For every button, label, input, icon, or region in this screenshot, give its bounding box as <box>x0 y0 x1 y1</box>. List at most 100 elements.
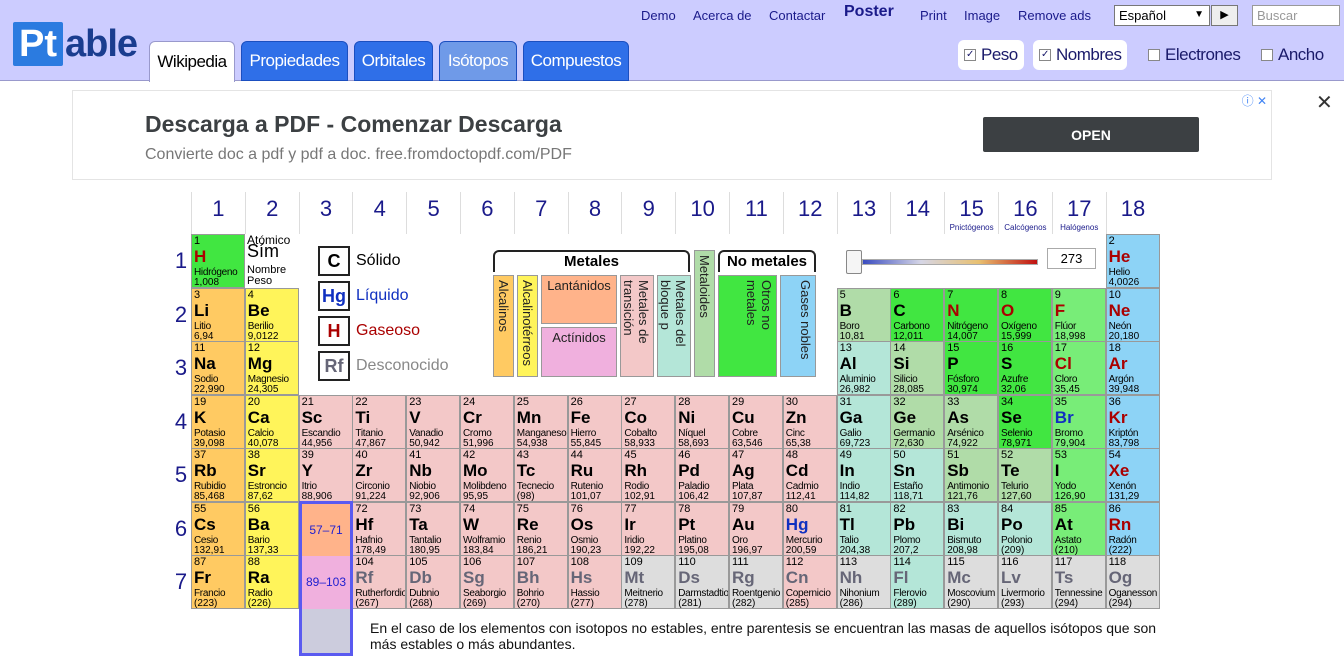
element-rh[interactable]: 45 Rh Rodio 102,91 <box>621 448 676 502</box>
element-n[interactable]: 7 N Nitrógeno 14,007 <box>944 287 999 342</box>
element-si[interactable]: 14 Si Silicio 28,085 <box>890 341 945 395</box>
element-te[interactable]: 52 Te Telurio 127,60 <box>998 448 1052 502</box>
group-11[interactable]: 11 <box>729 192 783 234</box>
period-6[interactable]: 6 <box>172 516 190 542</box>
element-p[interactable]: 15 P Fósforo 30,974 <box>944 341 999 395</box>
checkbox-electrones[interactable]: Electrones <box>1148 40 1241 70</box>
element-fe[interactable]: 26 Fe Hierro 55,845 <box>567 394 622 449</box>
ptable-logo[interactable]: Pt able <box>13 22 138 66</box>
element-as[interactable]: 33 As Arsénico 74,922 <box>944 394 999 449</box>
checkbox-ancho[interactable]: Ancho <box>1261 40 1324 70</box>
element-mo[interactable]: 42 Mo Molibdeno 95,95 <box>460 448 514 502</box>
element-og[interactable]: 118 Og Oganesson (294) <box>1105 555 1160 609</box>
legend-unknown[interactable]: Desconocido <box>356 357 449 375</box>
element-mg[interactable]: 12 Mg Magnesio 24,305 <box>244 341 299 395</box>
period-5[interactable]: 5 <box>172 462 190 488</box>
element-ti[interactable]: 22 Ti Titanio 47,867 <box>352 394 407 449</box>
element-rf[interactable]: 104 Rf Rutherfordio (267) <box>352 555 407 609</box>
element-w[interactable]: 74 W Wolframio 183,84 <box>460 501 514 556</box>
element-mn[interactable]: 25 Mn Manganeso 54,938 <box>513 394 568 449</box>
tab-wikipedia[interactable]: Wikipedia <box>149 41 235 82</box>
element-rn[interactable]: 86 Rn Radón (222) <box>1105 501 1160 556</box>
element-sr[interactable]: 38 Sr Estroncio 87,62 <box>244 448 299 502</box>
element-tl[interactable]: 81 Tl Talio 204,38 <box>836 501 891 556</box>
element-cn[interactable]: 112 Cn Copernicio (285) <box>782 555 837 609</box>
element-ir[interactable]: 77 Ir Iridio 192,22 <box>621 501 676 556</box>
group-15[interactable]: 15 Pnictógenos <box>944 192 998 234</box>
element-zn[interactable]: 30 Zn Cinc 65,38 <box>782 394 837 449</box>
checkbox-peso[interactable]: ✓ Peso <box>958 40 1024 70</box>
element-cl[interactable]: 17 Cl Cloro 35,45 <box>1051 341 1106 395</box>
group-12[interactable]: 12 <box>782 192 837 234</box>
element-tc[interactable]: 43 Tc Tecnecio (98) <box>513 448 568 502</box>
element-al[interactable]: 13 Al Aluminio 26,982 <box>836 341 891 395</box>
element-s[interactable]: 16 S Azufre 32,06 <box>998 341 1052 395</box>
element-re[interactable]: 75 Re Renio 186,21 <box>513 501 568 556</box>
link-poster[interactable]: Poster <box>844 3 894 21</box>
link-contactar[interactable]: Contactar <box>769 8 825 23</box>
actinides-cell[interactable]: 89–103 <box>302 556 350 609</box>
element-hg[interactable]: 80 Hg Mercurio 200,59 <box>782 501 837 556</box>
period-2[interactable]: 2 <box>172 302 190 328</box>
ad-title[interactable]: Descarga a PDF - Comenzar Descarga <box>145 111 562 138</box>
element-y[interactable]: 39 Y Itrio 88,906 <box>298 448 353 502</box>
element-zr[interactable]: 40 Zr Circonio 91,224 <box>352 448 407 502</box>
category-alcalinoterreos[interactable]: Alcalinotérreos <box>517 275 538 377</box>
element-i[interactable]: 53 I Yodo 126,90 <box>1051 448 1106 502</box>
tab-compuestos[interactable]: Compuestos <box>523 41 629 81</box>
checkbox-nombres[interactable]: ✓ Nombres <box>1033 40 1128 70</box>
element-at[interactable]: 85 At Astato (210) <box>1051 501 1106 556</box>
tab-propiedades[interactable]: Propiedades <box>241 41 348 81</box>
element-f[interactable]: 9 F Flúor 18,998 <box>1051 287 1106 342</box>
period-3[interactable]: 3 <box>172 355 190 381</box>
element-b[interactable]: 5 B Boro 10,81 <box>836 287 891 342</box>
element-ga[interactable]: 31 Ga Galio 69,723 <box>836 394 891 449</box>
element-bi[interactable]: 83 Bi Bismuto 208,98 <box>944 501 999 556</box>
group-13[interactable]: 13 <box>836 192 891 234</box>
element-ge[interactable]: 32 Ge Germanio 72,630 <box>890 394 945 449</box>
element-rb[interactable]: 37 Rb Rubidio 85,468 <box>191 448 245 502</box>
element-xe[interactable]: 54 Xe Xenón 131,29 <box>1105 448 1160 502</box>
ad-banner[interactable]: Descarga a PDF - Comenzar Descarga Convi… <box>72 90 1272 180</box>
element-cd[interactable]: 48 Cd Cadmio 112,41 <box>782 448 837 502</box>
group-9[interactable]: 9 <box>621 192 675 234</box>
element-li[interactable]: 3 Li Litio 6,94 <box>191 287 245 342</box>
group-7[interactable]: 7 <box>513 192 568 234</box>
element-ni[interactable]: 28 Ni Níquel 58,693 <box>675 394 730 449</box>
element-sb[interactable]: 51 Sb Antimonio 121,76 <box>944 448 999 502</box>
element-cr[interactable]: 24 Cr Cromo 51,996 <box>460 394 514 449</box>
element-ts[interactable]: 117 Ts Tennessine (294) <box>1051 555 1106 609</box>
lan-act-column[interactable]: 57–71 89–103 <box>299 501 353 656</box>
element-rg[interactable]: 111 Rg Roentgenio (282) <box>729 555 783 609</box>
lanthanides-cell[interactable]: 57–71 <box>302 504 350 556</box>
language-select[interactable]: Español ▼ <box>1114 5 1210 26</box>
link-demo[interactable]: Demo <box>641 8 676 23</box>
tab-orbitales[interactable]: Orbitales <box>354 41 433 81</box>
group-10[interactable]: 10 <box>675 192 729 234</box>
group-2[interactable]: 2 <box>244 192 299 234</box>
temperature-input[interactable]: 273 <box>1047 248 1096 269</box>
element-mc[interactable]: 115 Mc Moscovium (290) <box>944 555 999 609</box>
group-8[interactable]: 8 <box>567 192 622 234</box>
link-print[interactable]: Print <box>920 8 947 23</box>
link-acerca[interactable]: Acerca de <box>693 8 752 23</box>
link-remove-ads[interactable]: Remove ads <box>1018 8 1091 23</box>
element-bh[interactable]: 107 Bh Bohrio (270) <box>513 555 568 609</box>
element-pb[interactable]: 82 Pb Plomo 207,2 <box>890 501 945 556</box>
element-ar[interactable]: 18 Ar Argón 39,948 <box>1105 341 1160 395</box>
legend-gas[interactable]: Gaseoso <box>356 322 420 340</box>
group-5[interactable]: 5 <box>406 192 460 234</box>
tab-isotopos[interactable]: Isótopos <box>439 41 517 81</box>
element-nb[interactable]: 41 Nb Niobio 92,906 <box>406 448 461 502</box>
element-pd[interactable]: 46 Pd Paladio 106,42 <box>675 448 730 502</box>
metals-label[interactable]: Metales <box>493 250 690 272</box>
element-c[interactable]: 6 C Carbono 12,011 <box>890 287 945 342</box>
element-ne[interactable]: 10 Ne Neón 20,180 <box>1105 287 1160 342</box>
group-16[interactable]: 16 Calcógenos <box>998 192 1052 234</box>
period-1[interactable]: 1 <box>172 248 190 274</box>
legend-liquid[interactable]: Líquido <box>356 287 409 305</box>
element-na[interactable]: 11 Na Sodio 22,990 <box>191 341 245 395</box>
element-cu[interactable]: 29 Cu Cobre 63,546 <box>729 394 783 449</box>
play-button[interactable]: ▶ <box>1211 5 1238 26</box>
category-gases-nobles[interactable]: Gases nobles <box>780 275 816 377</box>
